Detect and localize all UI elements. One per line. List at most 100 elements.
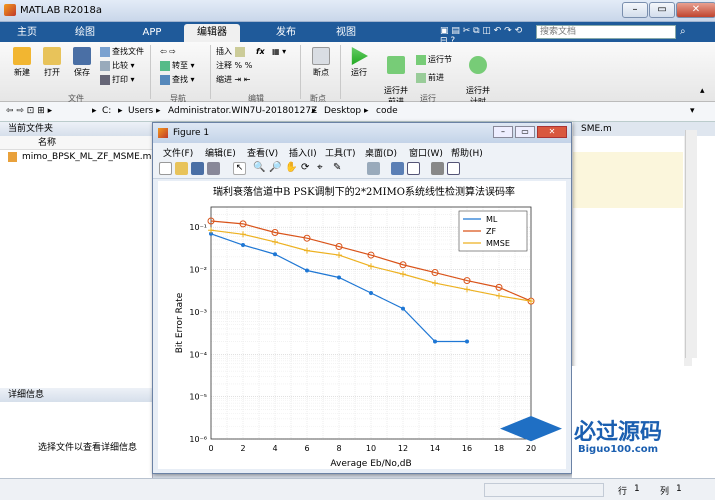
more-edit-icons[interactable]: ▦ ▾ [272,46,286,58]
link-plot-icon[interactable] [367,162,380,175]
figure-maximize-button[interactable]: ▭ [515,126,535,138]
status-field [484,483,604,497]
tab-editor[interactable]: 编辑器 [184,24,240,42]
rotate-icon[interactable]: ⟳ [301,162,314,175]
show-tools-icon[interactable] [447,162,460,175]
menu-view[interactable]: 查看(V) [247,146,278,159]
path-segment[interactable]: Administrator.WIN7U-20180127Z [168,106,317,116]
tab-view[interactable]: 视图 [318,24,374,42]
advance-button[interactable]: 前进 [416,72,444,84]
row-label: 行 [618,487,628,497]
tab-home[interactable]: 主页 [6,24,48,42]
run-button[interactable]: 运行 [344,47,374,78]
tab-plots[interactable]: 绘图 [64,24,106,42]
save-button[interactable]: 保存 [68,47,96,78]
details-header: 详细信息 [0,388,152,402]
menu-insert[interactable]: 插入(I) [289,146,317,159]
details-placeholder: 选择文件以查看详细信息 [38,443,138,453]
maximize-button[interactable]: ▭ [649,2,675,18]
status-bar: 行 1 列 1 [0,478,715,500]
tab-publish[interactable]: 发布 [258,24,314,42]
hide-tools-icon[interactable] [431,162,444,175]
pan-icon[interactable]: ✋ [285,162,298,175]
path-segment[interactable]: code [376,106,398,116]
menu-window[interactable]: 窗口(W) [409,146,443,159]
column-header-name[interactable]: 名称 [0,136,152,150]
path-segment[interactable]: Desktop [324,106,361,116]
menu-file[interactable]: 文件(F) [163,146,193,159]
menu-tools[interactable]: 工具(T) [325,146,356,159]
data-point [305,268,309,273]
goto-button[interactable]: 转至 ▾ [160,60,195,72]
toolstrip-tabs: 主页 绘图 APP 编辑器 发布 视图 ▣ ▤ ✂ ⧉ ◫ ↶ ↷ ⟲ ⊟ ? … [0,22,715,46]
path-segment[interactable]: C: [102,106,111,116]
zoom-in-icon[interactable]: 🔍 [253,162,266,175]
x-tick-label: 4 [272,444,277,453]
find-files-button[interactable]: 查找文件 [100,46,144,58]
breakpoint-button[interactable]: 断点 [306,47,336,78]
path-separator: ▸ [92,106,97,116]
find-button[interactable]: 查找 ▾ [160,74,195,86]
close-button[interactable]: ✕ [676,2,715,18]
y-tick-label: 10⁻³ [189,308,207,317]
fx-button[interactable]: fx [256,46,265,58]
nav-arrows[interactable]: ⇦ ⇨ [160,46,176,58]
x-tick-label: 2 [240,444,245,453]
search-icon[interactable]: ⌕ [680,26,686,37]
group-divider [150,45,151,99]
open-icon[interactable] [175,162,188,175]
quick-access-toolbar[interactable]: ▣ ▤ ✂ ⧉ ◫ ↶ ↷ ⟲ ⊟ ? [440,26,530,46]
path-separator: ▸ [156,106,161,116]
new-figure-icon[interactable] [159,162,172,175]
brush-icon[interactable]: ✎ [333,162,346,175]
menu-desktop[interactable]: 桌面(D) [365,146,397,159]
current-folder-panel: 当前文件夹 名称 mimo_BPSK_ML_ZF_MSME.m 详细信息 选择文… [0,122,153,488]
data-point [208,227,214,234]
save-icon[interactable] [191,162,204,175]
indent-button[interactable]: 缩进 ⇥ ⇤ [216,74,251,86]
compare-button[interactable]: 比较 ▾ [100,60,135,72]
figure-menubar: 文件(F) 编辑(E) 查看(V) 插入(I) 工具(T) 桌面(D) 窗口(W… [153,143,571,159]
print-button[interactable]: 打印 ▾ [100,74,135,86]
search-input[interactable]: 搜索文档 [536,25,676,39]
zoom-out-icon[interactable]: 🔎 [269,162,282,175]
path-separator: ▸ [364,106,369,116]
nav-back-forward[interactable]: ⇦ ⇨ ⊡ ⊞ ▸ [6,106,52,116]
print-icon[interactable] [207,162,220,175]
run-advance-button[interactable]: 运行并 前进 [378,47,414,107]
run-time-button[interactable]: 运行并 计时 [460,47,496,107]
folder-icon [43,47,61,65]
vertical-scrollbar[interactable] [685,130,697,358]
x-tick-label: 6 [304,444,309,453]
open-button[interactable]: 打开 [38,47,66,78]
path-separator: ▸ [118,106,123,116]
goto-icon [160,60,170,71]
figure-minimize-button[interactable]: – [493,126,513,138]
x-tick-label: 12 [398,444,408,453]
ribbon: 新建 打开 保存 查找文件 比较 ▾ 打印 ▾ 文件 ⇦ ⇨ 转至 ▾ 查找 ▾… [0,42,715,106]
chart-legend: ML ZF MMSE [458,210,528,252]
comment-button[interactable]: 注释 % % [216,60,252,72]
tab-apps[interactable]: APP [124,24,180,42]
minimize-button[interactable]: – [622,2,648,18]
window-title: MATLAB R2018a [20,5,103,16]
run-section-button[interactable]: 运行节 [416,54,452,66]
address-dropdown-icon[interactable]: ▾ [690,106,695,116]
collapse-ribbon-icon[interactable]: ▴ [700,86,705,96]
pointer-icon[interactable]: ↖ [233,162,246,175]
insert-button[interactable]: 插入 [216,46,247,58]
figure-close-button[interactable]: ✕ [537,126,567,138]
new-button[interactable]: 新建 [8,47,36,78]
legend-icon[interactable] [407,162,420,175]
data-point [432,280,438,287]
path-segment[interactable]: Users [128,106,153,116]
menu-help[interactable]: 帮助(H) [451,146,483,159]
data-cursor-icon[interactable]: ⌖ [317,162,330,175]
file-row[interactable]: mimo_BPSK_ML_ZF_MSME.m [0,150,152,164]
y-tick-labels: 10⁻⁶ 10⁻⁵ 10⁻⁴ 10⁻³ 10⁻² 10⁻¹ [189,223,207,444]
editor-highlight [573,152,683,208]
x-tick-label: 16 [462,444,472,453]
menu-edit[interactable]: 编辑(E) [205,146,236,159]
colorbar-icon[interactable] [391,162,404,175]
x-tick-label: 0 [208,444,213,453]
